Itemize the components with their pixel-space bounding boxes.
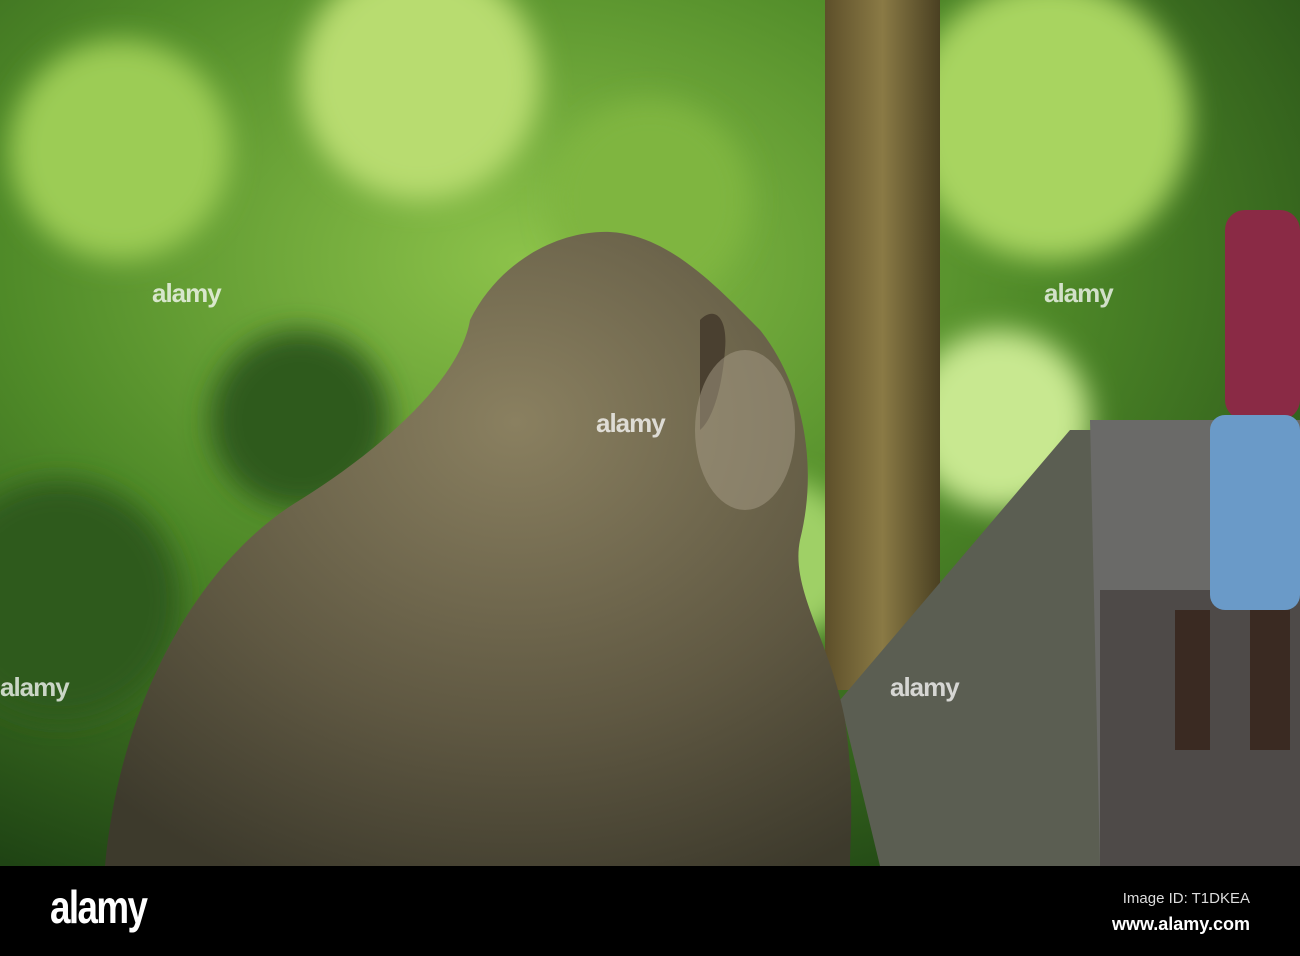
website-link: www.alamy.com [1111,914,1250,934]
alamy-logo: alamy [50,881,148,933]
tree-trunk [825,0,940,690]
image-id: Image ID: T1DKEA [1122,890,1250,907]
footer-bar: alamy Image ID: T1DKEA www.alamy.com [0,866,1300,956]
stock-photo: alamy alamy alamy alamy alamy alamy Imag… [0,0,1300,956]
watermark: alamy [596,408,666,438]
watermark: alamy [0,672,70,702]
watermark: alamy [890,672,960,702]
watermark: alamy [1044,278,1114,308]
watermark: alamy [152,278,222,308]
